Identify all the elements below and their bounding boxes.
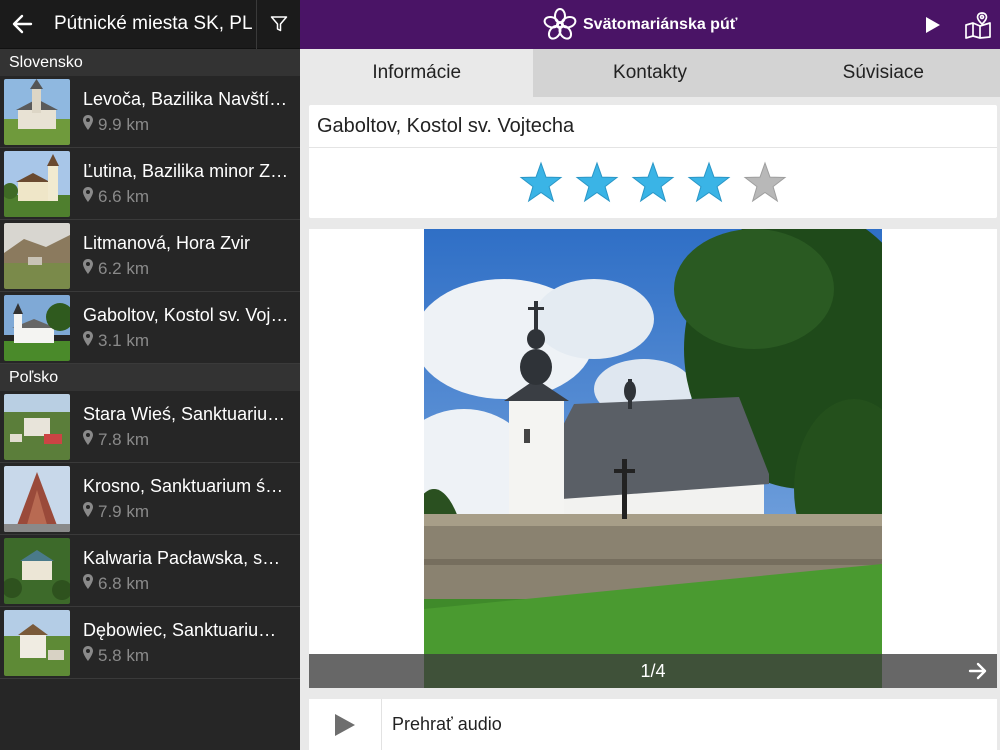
location-pin-icon: [83, 430, 93, 450]
list-item[interactable]: Litmanová, Hora Zvir 6.2 km: [0, 220, 300, 292]
list-item[interactable]: Kalwaria Pacławska, sanktuarium 6.8 km: [0, 535, 300, 607]
place-name: Kalwaria Pacławska, sanktuarium: [83, 548, 290, 568]
star-icon[interactable]: [631, 161, 675, 205]
place-thumbnail: [4, 465, 70, 532]
place-distance: 7.8 km: [98, 430, 150, 449]
sidebar-title: Pútnické miesta SK, PL: [54, 13, 253, 34]
arrow-right-icon: [968, 662, 987, 680]
list-item[interactable]: Krosno, Sanktuarium św. Jana z Dukli 7.9…: [0, 463, 300, 535]
next-photo-button[interactable]: [965, 658, 991, 684]
play-button[interactable]: [920, 12, 946, 38]
place-name: Dębowiec, Sanktuarium Matki Bożej: [83, 620, 290, 640]
place-distance: 6.6 km: [98, 187, 150, 206]
place-distance: 6.8 km: [98, 574, 150, 593]
page-title: Gaboltov, Kostol sv. Vojtecha: [309, 105, 997, 148]
location-pin-icon: [83, 331, 93, 351]
list-item[interactable]: Levoča, Bazilika Navštívenia Panny Márie…: [0, 76, 300, 148]
list-item[interactable]: Gaboltov, Kostol sv. Vojtecha 3.1 km: [0, 292, 300, 364]
map-button[interactable]: [962, 9, 994, 41]
place-thumbnail: [4, 537, 70, 604]
audio-player: Prehrať audio: [309, 699, 997, 750]
play-icon: [335, 713, 355, 736]
place-thumbnail: [4, 150, 70, 217]
place-name: Litmanová, Hora Zvir: [83, 233, 251, 253]
tab-kontakty[interactable]: Kontakty: [533, 49, 766, 97]
place-thumbnail: [4, 78, 70, 145]
star-rating[interactable]: [309, 148, 997, 218]
map-icon: [965, 12, 991, 39]
location-pin-icon: [83, 259, 93, 279]
list-item[interactable]: Stara Wieś, Sanktuarium Matki Bożej 7.8 …: [0, 391, 300, 463]
place-distance: 7.9 km: [98, 502, 150, 521]
place-name: Gaboltov, Kostol sv. Vojtecha: [83, 305, 290, 325]
sidebar-toolbar: Pútnické miesta SK, PL: [0, 0, 300, 49]
place-thumbnail: [4, 393, 70, 460]
section-header-slovensko: Slovensko: [0, 49, 300, 76]
place-distance: 6.2 km: [98, 259, 150, 278]
brand-name: Svätomariánska púť: [583, 16, 738, 33]
star-icon[interactable]: [519, 161, 563, 205]
app-header: Svätomariánska púť: [300, 0, 1000, 49]
photo-counter: 1/4: [640, 660, 666, 681]
location-pin-icon: [83, 187, 93, 207]
star-icon[interactable]: [575, 161, 619, 205]
star-icon[interactable]: [743, 161, 787, 205]
back-arrow-icon: [12, 14, 33, 34]
location-pin-icon: [83, 646, 93, 666]
place-name: Levoča, Bazilika Navštívenia Panny Márie: [83, 89, 290, 109]
tab-suvisiace[interactable]: Súvisiace: [767, 49, 1000, 97]
section-header-polsko: Poľsko: [0, 364, 300, 391]
sidebar: Pútnické miesta SK, PL Slovensko Levoča,…: [0, 0, 300, 750]
location-pin-icon: [83, 115, 93, 135]
list-item[interactable]: Ľutina, Bazilika minor Zoslania Ducha Sv…: [0, 148, 300, 220]
tab-bar: Informácie Kontakty Súvisiace: [300, 49, 1000, 97]
back-button[interactable]: [0, 0, 44, 49]
location-pin-icon: [83, 574, 93, 594]
filter-button[interactable]: [256, 0, 300, 49]
place-distance: 5.8 km: [98, 646, 150, 665]
place-photo[interactable]: [424, 229, 882, 688]
filter-icon: [270, 16, 287, 32]
place-name: Ľutina, Bazilika minor Zoslania Ducha Sv…: [83, 161, 290, 181]
audio-label: Prehrať audio: [392, 714, 502, 734]
list-item[interactable]: Dębowiec, Sanktuarium Matki Bożej 5.8 km: [0, 607, 300, 679]
flower-logo-icon: [543, 8, 577, 40]
place-thumbnail: [4, 294, 70, 361]
location-pin-icon: [83, 502, 93, 522]
place-name: Krosno, Sanktuarium św. Jana z Dukli: [83, 476, 290, 496]
photo-gallery: 1/4: [309, 229, 997, 688]
photo-pager-bar: 1/4: [309, 654, 997, 688]
star-icon[interactable]: [687, 161, 731, 205]
play-icon: [926, 17, 940, 33]
place-thumbnail: [4, 609, 70, 676]
place-name: Stara Wieś, Sanktuarium Matki Bożej: [83, 404, 290, 424]
audio-play-button[interactable]: [309, 699, 382, 750]
place-distance: 9.9 km: [98, 115, 150, 134]
title-card: Gaboltov, Kostol sv. Vojtecha: [309, 105, 997, 218]
place-distance: 3.1 km: [98, 331, 150, 350]
app-root: Pútnické miesta SK, PL Slovensko Levoča,…: [0, 0, 1000, 750]
place-thumbnail: [4, 222, 70, 289]
brand: Svätomariánska púť: [543, 8, 737, 42]
tab-informacie[interactable]: Informácie: [300, 49, 534, 97]
